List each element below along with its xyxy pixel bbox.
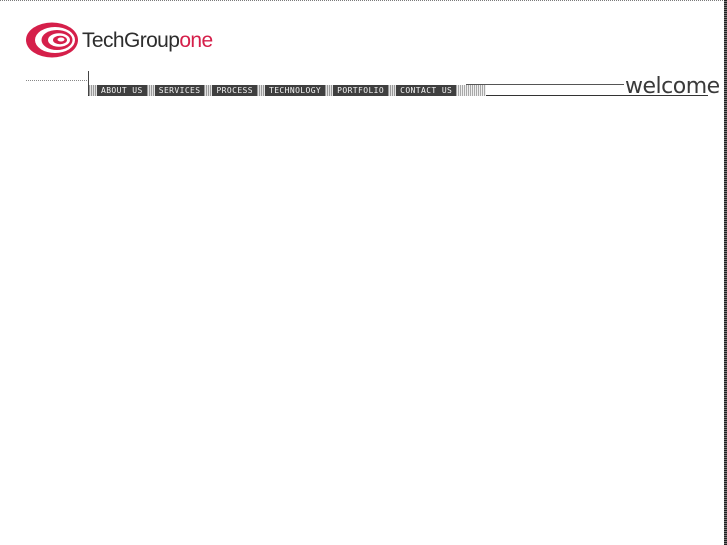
nav-separator [146, 85, 155, 96]
nav-separator [325, 85, 334, 96]
nav-extension-rule [466, 84, 624, 85]
site-logo[interactable]: TechGroupone [24, 20, 213, 60]
main-navigation: ABOUT US SERVICES PROCESS TECHNOLOGY POR… [89, 85, 487, 96]
dotted-guide-line [26, 80, 89, 81]
logo-wordmark: TechGroupone [82, 30, 213, 51]
nav-item-contact-us[interactable]: CONTACT US [396, 85, 457, 96]
logo-wordmark-accent: one [179, 28, 213, 52]
nav-item-portfolio[interactable]: PORTFOLIO [333, 85, 389, 96]
nav-item-process[interactable]: PROCESS [212, 85, 257, 96]
nav-item-services[interactable]: SERVICES [154, 85, 205, 96]
nav-item-technology[interactable]: TECHNOLOGY [264, 85, 326, 96]
page-heading-welcome: welcome [625, 74, 720, 99]
nav-separator [256, 85, 265, 96]
nav-separator [204, 85, 213, 96]
nav-end-pattern [456, 85, 487, 96]
concentric-rings-logo-icon [26, 22, 78, 58]
nav-separator [89, 85, 97, 96]
logo-wordmark-main: TechGroup [82, 28, 180, 52]
nav-item-about-us[interactable]: ABOUT US [97, 85, 147, 96]
page-top-border [0, 0, 727, 1]
nav-separator [388, 85, 397, 96]
